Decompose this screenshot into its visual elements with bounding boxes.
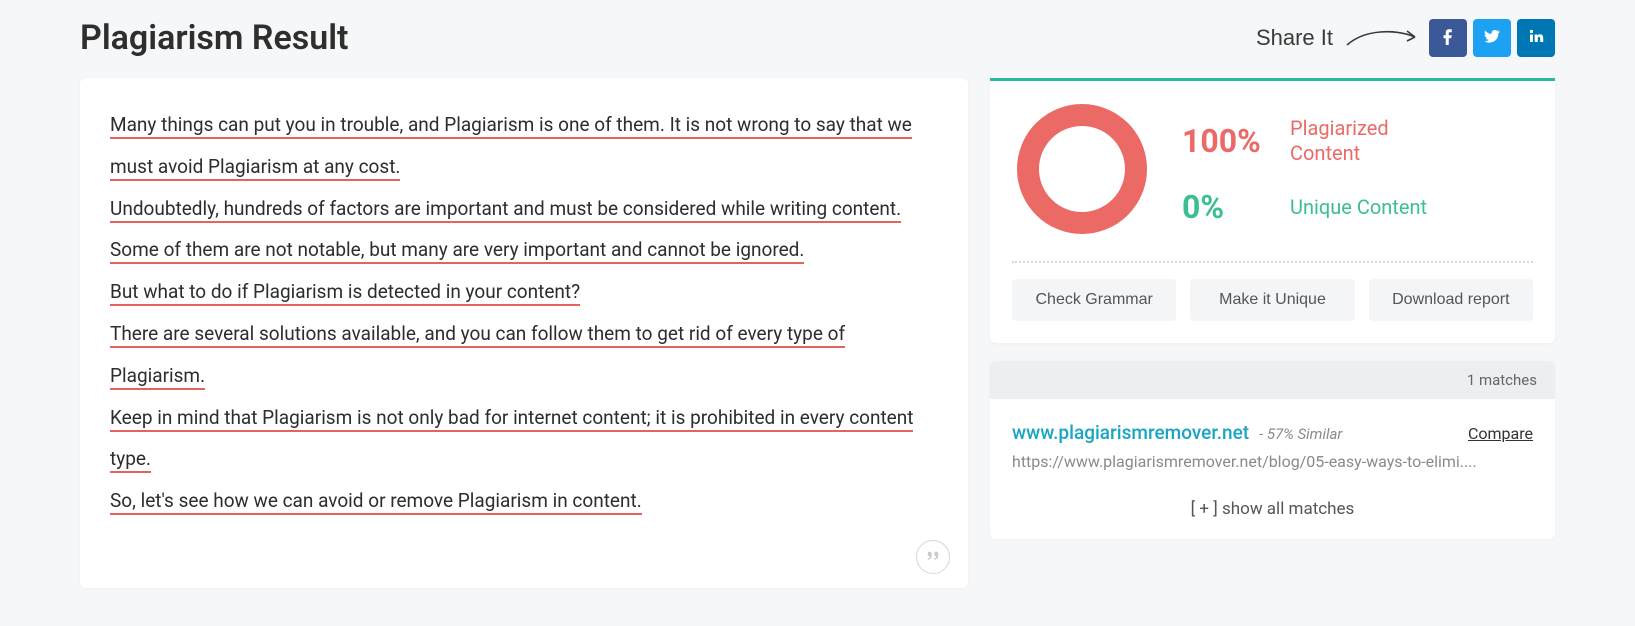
quote-button[interactable] (916, 540, 950, 574)
plagiarized-sentence[interactable]: But what to do if Plagiarism is detected… (110, 280, 580, 306)
compare-link[interactable]: Compare (1468, 424, 1533, 443)
matches-card: 1 matches www.plagiarismremover.net - 57… (990, 361, 1555, 539)
plagiarized-sentence[interactable]: Undoubtedly, hundreds of factors are imp… (110, 197, 901, 223)
match-url: https://www.plagiarismremover.net/blog/0… (1012, 452, 1533, 471)
plagiarism-donut-chart (1012, 99, 1152, 243)
make-unique-button[interactable]: Make it Unique (1190, 279, 1354, 321)
dotted-divider (1012, 261, 1533, 263)
match-domain-link[interactable]: www.plagiarismremover.net (1012, 421, 1249, 444)
plagiarized-sentence[interactable]: Many things can put you in trouble, and … (110, 113, 912, 181)
plagiarized-sentence[interactable]: So, let's see how we can avoid or remove… (110, 489, 642, 515)
linkedin-share-button[interactable] (1517, 19, 1555, 57)
plagiarized-label: Plagiarized Content (1290, 116, 1430, 166)
show-all-matches-button[interactable]: [ + ] show all matches (990, 481, 1555, 539)
check-grammar-button[interactable]: Check Grammar (1012, 279, 1176, 321)
content-card: Many things can put you in trouble, and … (80, 78, 968, 588)
match-item: www.plagiarismremover.net - 57% Similar … (990, 399, 1555, 481)
match-similarity: - 57% Similar (1259, 425, 1342, 443)
facebook-icon (1439, 27, 1457, 49)
plagiarized-sentence[interactable]: There are several solutions available, a… (110, 322, 845, 390)
page-title: Plagiarism Result (80, 18, 348, 58)
unique-percent: 0% (1182, 188, 1272, 226)
matches-count: 1 matches (990, 361, 1555, 399)
arrow-icon (1345, 25, 1423, 51)
stats-card: 100% Plagiarized Content 0% Unique Conte… (990, 78, 1555, 343)
quote-icon (925, 547, 941, 567)
plagiarized-percent: 100% (1182, 122, 1272, 160)
facebook-share-button[interactable] (1429, 19, 1467, 57)
plagiarized-sentence[interactable]: Keep in mind that Plagiarism is not only… (110, 406, 913, 474)
twitter-share-button[interactable] (1473, 19, 1511, 57)
twitter-icon (1483, 27, 1501, 49)
share-block: Share It (1256, 19, 1555, 57)
linkedin-icon (1527, 27, 1545, 49)
share-it-label: Share It (1256, 25, 1333, 51)
plagiarized-sentence[interactable]: Some of them are not notable, but many a… (110, 238, 804, 264)
download-report-button[interactable]: Download report (1369, 279, 1533, 321)
analyzed-text: Many things can put you in trouble, and … (110, 104, 938, 522)
unique-label: Unique Content (1290, 195, 1427, 220)
